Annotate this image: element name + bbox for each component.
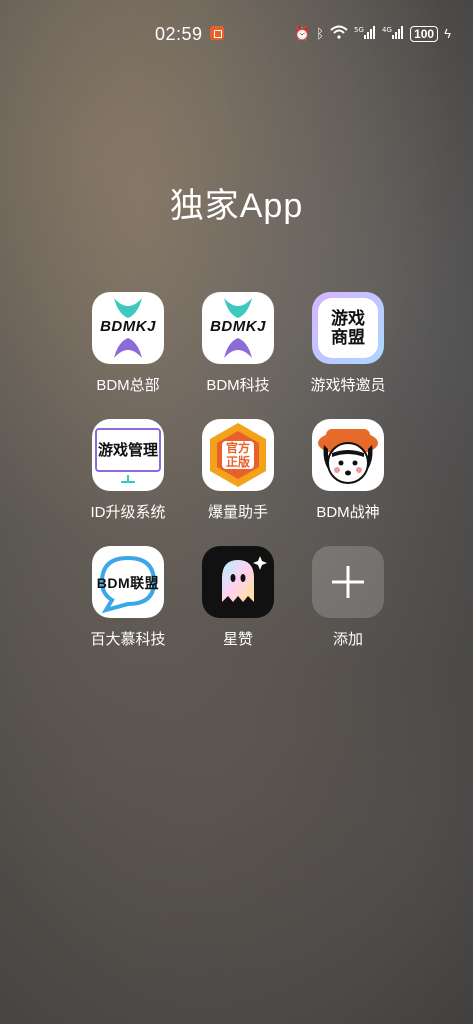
app-label: 星赞 [222, 631, 253, 648]
signal-5g-icon: 5G [354, 25, 376, 43]
plus-icon [312, 546, 384, 618]
app-bdm-hq[interactable]: BDMKJ BDM总部 [73, 292, 183, 395]
app-bdm-tech[interactable]: BDMKJ BDM科技 [183, 292, 293, 395]
folder-title: 独家App [169, 187, 304, 225]
charging-icon: ϟ [444, 26, 451, 41]
app-label: 游戏特邀员 [310, 377, 386, 394]
app-xingzan[interactable]: 星赞 [183, 546, 293, 649]
app-grid: BDMKJ BDM总部 BDMKJ BDM科技 游戏商盟 游戏特邀员 游戏管理 [73, 292, 405, 649]
battery-indicator: 100 [410, 26, 439, 42]
app-id-upgrade[interactable]: 游戏管理 ID升级系统 [73, 419, 183, 522]
bdm-alliance-icon: BDM联盟 [92, 546, 164, 618]
status-bar: 02:59 ⏰ ᛒ 5G 4G 100 ϟ [0, 20, 473, 48]
alarm-icon: ⏰ [294, 26, 311, 41]
app-label: BDM战神 [316, 504, 380, 521]
add-app-button[interactable]: 添加 [293, 546, 403, 649]
game-manage-icon: 游戏管理 [92, 419, 164, 491]
bdmkj-logo-icon: BDMKJ [202, 292, 274, 364]
app-label: BDM科技 [206, 377, 270, 394]
signal-4g-icon: 4G [382, 25, 404, 43]
cartoon-face-icon [312, 419, 384, 491]
clock: 02:59 [155, 24, 203, 44]
ghost-icon [202, 546, 274, 618]
bluetooth-icon: ᛒ [316, 26, 325, 41]
svg-text:5G: 5G [354, 26, 364, 34]
game-alliance-icon: 游戏商盟 [312, 292, 384, 364]
app-label: ID升级系统 [90, 504, 166, 521]
app-label: 添加 [332, 631, 363, 648]
app-boost-assistant[interactable]: 官方正版 爆量助手 [183, 419, 293, 522]
notification-icon [210, 26, 224, 40]
app-baidamu-tech[interactable]: BDM联盟 百大慕科技 [73, 546, 183, 649]
app-bdm-warrior[interactable]: BDM战神 [293, 419, 403, 522]
wifi-icon [330, 25, 348, 43]
svg-text:4G: 4G [382, 26, 392, 34]
official-badge-icon: 官方正版 [202, 419, 274, 491]
app-game-invitee[interactable]: 游戏商盟 游戏特邀员 [293, 292, 403, 395]
app-label: 爆量助手 [207, 504, 268, 521]
bdmkj-logo-icon: BDMKJ [92, 292, 164, 364]
app-label: BDM总部 [96, 377, 160, 394]
app-label: 百大慕科技 [90, 631, 166, 648]
